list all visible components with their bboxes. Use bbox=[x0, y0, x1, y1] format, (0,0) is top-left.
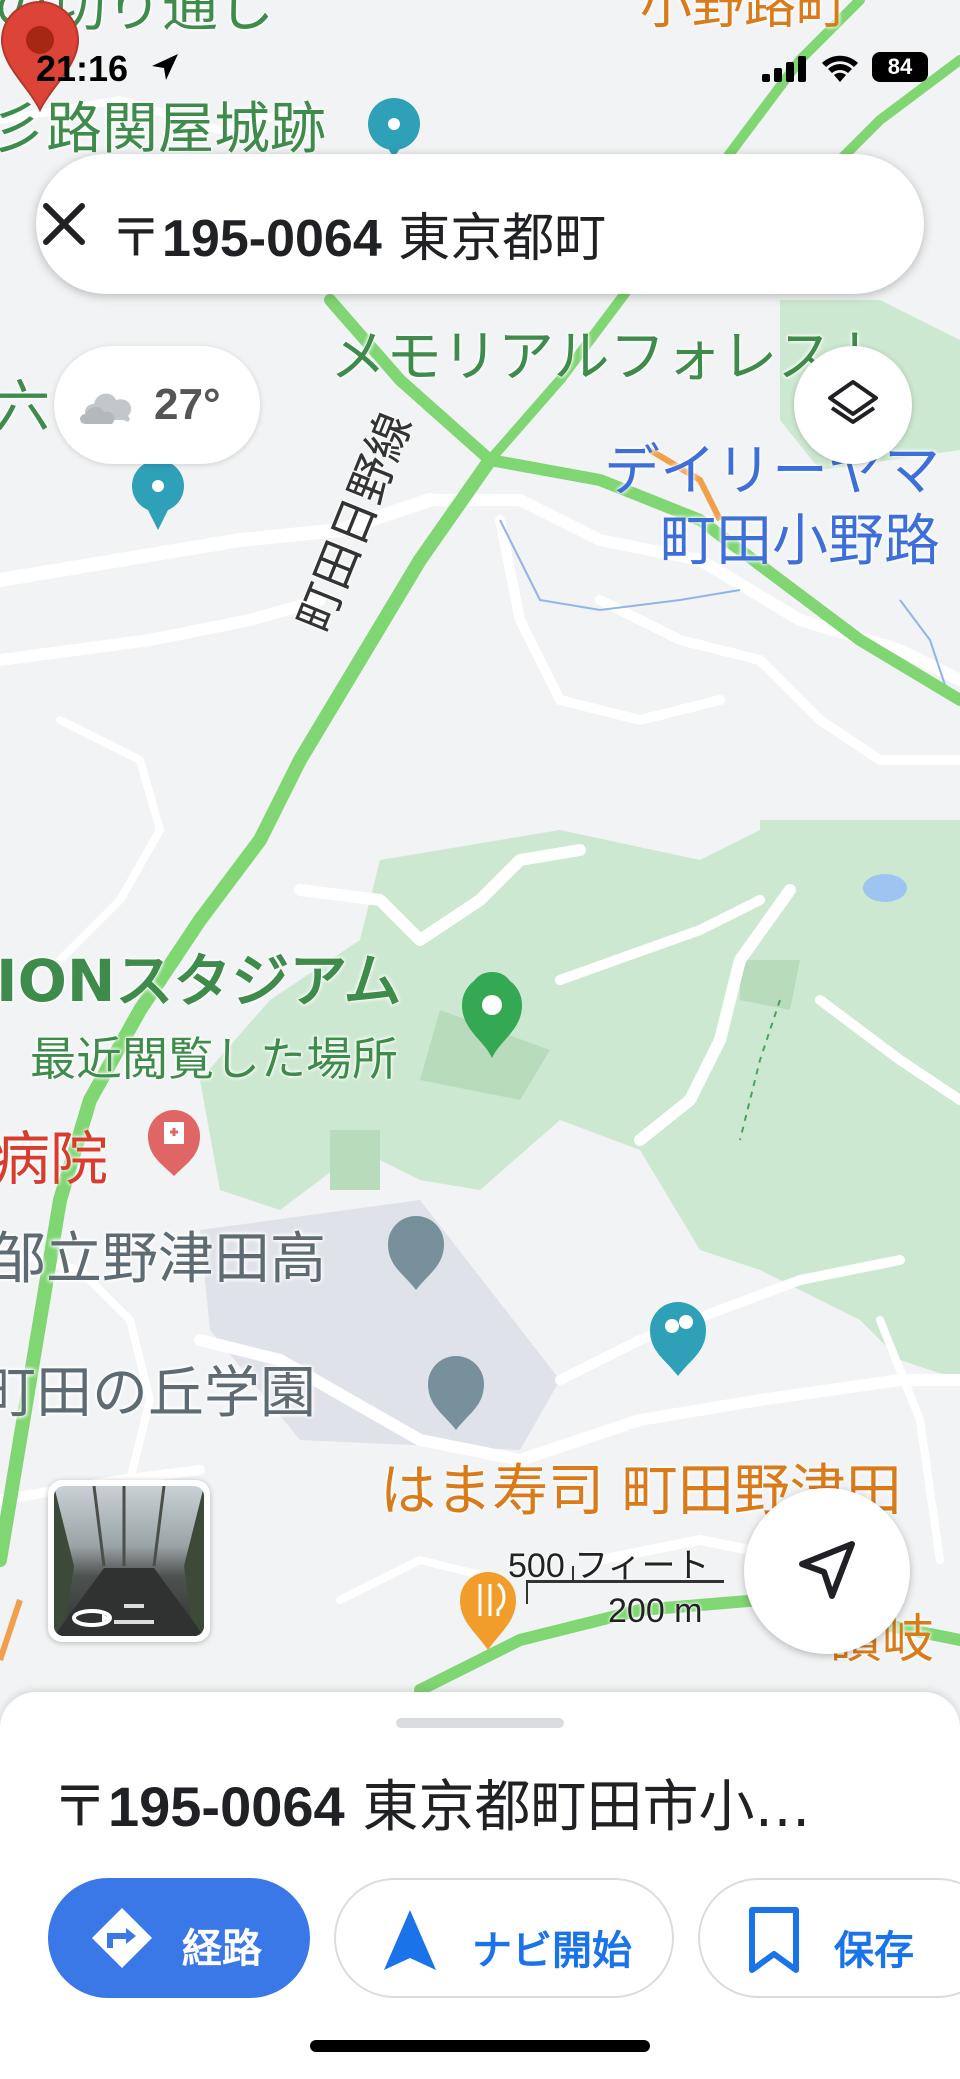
map-layers-button[interactable] bbox=[794, 346, 912, 464]
home-indicator[interactable] bbox=[310, 2040, 650, 2052]
weather-chip[interactable]: 27° bbox=[54, 346, 260, 464]
start-navigation-label: ナビ開始 bbox=[472, 1928, 632, 1974]
map-label-daily-yamazaki: デイリーヤマ bbox=[604, 439, 940, 504]
scale-meters-label: 200 m bbox=[608, 1592, 703, 1630]
map-scale: 500 フィート 200 m bbox=[504, 1536, 734, 1630]
map-label-daily-yamazaki-branch: 町田小野路 bbox=[660, 509, 940, 574]
bookmark-icon bbox=[749, 1907, 799, 1973]
rotate-360-icon bbox=[72, 1609, 112, 1627]
directions-label: 経路 bbox=[182, 1926, 262, 1972]
postal-code: 195-0064 bbox=[162, 210, 382, 268]
directions-button[interactable]: 経路 bbox=[48, 1878, 310, 1998]
map-view[interactable]: の切り通し 彡路関屋城跡 小野路町 メモリアルフォレスト 六 デイリーヤマ 町田… bbox=[0, 0, 960, 1700]
place-address: 〒195-0064 東京都町田市小… bbox=[52, 1762, 810, 1843]
wifi-icon bbox=[822, 55, 858, 82]
layers-icon bbox=[828, 380, 878, 424]
map-label: 六 bbox=[0, 375, 51, 440]
directions-icon bbox=[92, 1908, 152, 1968]
cellular-signal-icon bbox=[762, 56, 806, 82]
search-query[interactable]: 〒195-0064 東京都町 bbox=[110, 196, 710, 271]
map-label-hospital[interactable]: 病院 bbox=[0, 1130, 108, 1188]
navigation-arrow-icon bbox=[799, 1541, 855, 1599]
map-label-high-school[interactable]: 邹立野津田高 bbox=[0, 1232, 326, 1288]
street-view-thumbnail[interactable] bbox=[48, 1480, 210, 1642]
battery-indicator: 84 bbox=[872, 52, 928, 82]
landmark-marker-icon bbox=[132, 460, 184, 530]
navigation-icon bbox=[384, 1910, 436, 1970]
search-bar[interactable]: 〒195-0064 東京都町 bbox=[36, 154, 924, 294]
close-icon[interactable] bbox=[36, 196, 92, 252]
map-label-stadium[interactable]: IONスタジアム bbox=[0, 952, 402, 1011]
my-location-button[interactable] bbox=[744, 1488, 910, 1654]
address-text: 東京都町 bbox=[381, 209, 607, 269]
theater-marker-icon bbox=[650, 1302, 706, 1376]
status-time: 21:16 bbox=[36, 48, 129, 89]
map-label-gakuen[interactable]: 町田の丘学園 bbox=[0, 1366, 316, 1422]
save-label: 保存 bbox=[834, 1928, 914, 1974]
postal-mark: 〒 bbox=[110, 209, 163, 269]
drag-handle[interactable] bbox=[396, 1718, 564, 1728]
place-bottom-sheet[interactable]: 〒195-0064 東京都町田市小… 経路 ナビ開始 保存 bbox=[0, 1692, 960, 2079]
postal-code: 195-0064 bbox=[108, 1775, 345, 1838]
recently-viewed-label: 最近閲覧した場所 bbox=[30, 1032, 399, 1086]
address-text: 東京都町田市小… bbox=[344, 1775, 811, 1840]
start-navigation-button[interactable]: ナビ開始 bbox=[334, 1878, 674, 1998]
location-services-icon bbox=[152, 54, 178, 80]
save-button[interactable]: 保存 bbox=[698, 1878, 960, 1998]
status-bar: 21:16 84 bbox=[0, 0, 960, 120]
cloudy-icon bbox=[80, 393, 132, 424]
hospital-marker-icon bbox=[148, 1110, 200, 1176]
postal-mark: 〒 bbox=[52, 1775, 108, 1840]
temperature-text: 27° bbox=[154, 380, 221, 429]
